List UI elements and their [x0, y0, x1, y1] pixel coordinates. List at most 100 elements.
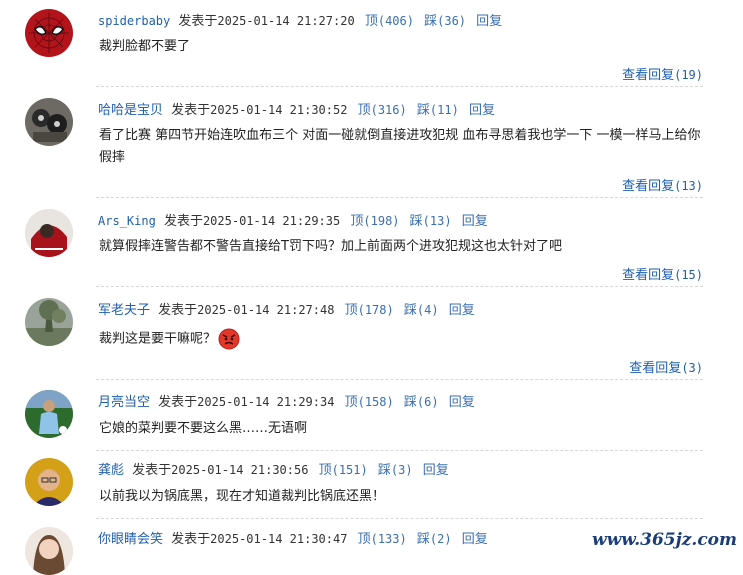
comment-text: 裁判脸都不要了: [99, 39, 191, 54]
view-replies-link[interactable]: 查看回复(3): [629, 357, 703, 376]
upvote-button[interactable]: 顶(178): [345, 303, 394, 318]
upvote-label: 顶: [318, 463, 332, 478]
divider: [96, 86, 703, 87]
avatar[interactable]: [25, 9, 73, 57]
downvote-button[interactable]: 踩(13): [410, 214, 452, 229]
downvote-count: (6): [416, 395, 439, 409]
red-photo-avatar-icon: [25, 209, 73, 257]
comment-meta: 月亮当空 发表于2025-01-14 21:29:34 顶(158) 踩(6) …: [98, 393, 475, 412]
comment-text: 以前我以为锅底黑，现在才知道裁判比锅底还黑！: [99, 489, 386, 504]
posted-label: 发表于: [158, 303, 198, 318]
downvote-button[interactable]: 踩(6): [404, 395, 439, 410]
username-link[interactable]: 哈哈是宝贝: [98, 103, 163, 118]
username-link[interactable]: Ars_King: [98, 214, 156, 228]
view-replies-link[interactable]: 查看回复(15): [622, 264, 703, 283]
downvote-button[interactable]: 踩(36): [424, 14, 466, 29]
downvote-label: 踩: [416, 532, 430, 547]
soccer-player-avatar-icon: [25, 390, 73, 438]
replies-count: (15): [674, 268, 703, 282]
timestamp: 2025-01-14 21:27:20: [217, 14, 355, 28]
comment-text-content: 裁判这是要干嘛呢？: [99, 331, 217, 347]
downvote-label: 踩: [377, 463, 391, 478]
site-watermark: www.365jz.com: [592, 530, 737, 550]
downvote-count: (3): [390, 463, 413, 477]
divider: [96, 518, 703, 519]
reply-button[interactable]: 回复: [423, 463, 449, 478]
avatar[interactable]: [25, 458, 73, 506]
username-link[interactable]: 龚彪: [98, 463, 124, 478]
comment-text: 它娘的菜判要不要这么黑……无语啊: [99, 421, 308, 436]
view-replies-label: 查看回复: [622, 179, 675, 194]
avatar[interactable]: [25, 527, 73, 575]
avatar[interactable]: [25, 390, 73, 438]
posted-label: 发表于: [171, 532, 211, 547]
upvote-label: 顶: [357, 532, 371, 547]
comment-meta: 你眼睛会笑 发表于2025-01-14 21:30:47 顶(133) 踩(2)…: [98, 530, 488, 549]
reply-button[interactable]: 回复: [462, 214, 488, 229]
upvote-button[interactable]: 顶(406): [365, 14, 414, 29]
landscape-avatar-icon: [25, 298, 73, 346]
upvote-label: 顶: [357, 103, 371, 118]
downvote-count: (13): [422, 214, 452, 228]
timestamp: 2025-01-14 21:27:48: [197, 303, 335, 317]
avatar[interactable]: [25, 98, 73, 146]
spiderman-avatar-icon: [25, 9, 73, 57]
timestamp: 2025-01-14 21:30:56: [171, 463, 309, 477]
downvote-button[interactable]: 踩(2): [417, 532, 452, 547]
avatar[interactable]: [25, 298, 73, 346]
downvote-button[interactable]: 踩(11): [417, 103, 459, 118]
reply-button[interactable]: 回复: [449, 395, 475, 410]
downvote-count: (36): [437, 14, 467, 28]
man-portrait-avatar-icon: [25, 458, 73, 506]
view-replies-label: 查看回复: [622, 268, 675, 283]
view-replies-link[interactable]: 查看回复(19): [622, 64, 703, 83]
angry-face-icon: [218, 328, 240, 350]
downvote-button[interactable]: 踩(3): [378, 463, 413, 478]
timestamp: 2025-01-14 21:29:35: [202, 214, 341, 228]
username-link[interactable]: spiderbaby: [98, 14, 170, 28]
divider: [96, 450, 703, 451]
comment-meta: spiderbaby 发表于2025-01-14 21:27:20 顶(406)…: [98, 12, 502, 31]
posted-label: 发表于: [158, 395, 198, 410]
view-replies-label: 查看回复: [622, 68, 675, 83]
downvote-label: 踩: [409, 214, 423, 229]
posted-label: 发表于: [132, 463, 172, 478]
replies-count: (19): [674, 68, 703, 82]
dark-photo-avatar-icon: [25, 98, 73, 146]
reply-button[interactable]: 回复: [469, 103, 495, 118]
timestamp: 2025-01-14 21:30:52: [210, 103, 348, 117]
posted-label: 发表于: [163, 214, 203, 229]
upvote-label: 顶: [364, 14, 378, 29]
upvote-count: (178): [357, 303, 394, 317]
replies-count: (3): [681, 361, 703, 375]
posted-label: 发表于: [171, 103, 211, 118]
upvote-button[interactable]: 顶(133): [358, 532, 407, 547]
upvote-label: 顶: [350, 214, 364, 229]
upvote-button[interactable]: 顶(316): [358, 103, 407, 118]
timestamp: 2025-01-14 21:30:47: [210, 532, 348, 546]
downvote-button[interactable]: 踩(4): [404, 303, 439, 318]
username-link[interactable]: 月亮当空: [98, 395, 150, 410]
woman-portrait-avatar-icon: [25, 527, 73, 575]
reply-button[interactable]: 回复: [476, 14, 502, 29]
avatar[interactable]: [25, 209, 73, 257]
upvote-button[interactable]: 顶(198): [350, 214, 399, 229]
username-link[interactable]: 军老夫子: [98, 303, 150, 318]
reply-button[interactable]: 回复: [449, 303, 475, 318]
comment-text: 看了比赛 第四节开始连吹血布三个 对面一碰就倒直接进攻犯规 血布寻思着我也学一下…: [99, 128, 701, 165]
reply-button[interactable]: 回复: [462, 532, 488, 547]
replies-count: (13): [674, 179, 703, 193]
upvote-button[interactable]: 顶(151): [319, 463, 368, 478]
divider: [96, 197, 703, 198]
timestamp: 2025-01-14 21:29:34: [197, 395, 335, 409]
posted-label: 发表于: [178, 14, 218, 29]
upvote-label: 顶: [344, 303, 358, 318]
upvote-button[interactable]: 顶(158): [345, 395, 394, 410]
comment-text: 裁判这是要干嘛呢？: [99, 328, 704, 351]
view-replies-link[interactable]: 查看回复(13): [622, 175, 703, 194]
comment-meta: 龚彪 发表于2025-01-14 21:30:56 顶(151) 踩(3) 回复: [98, 461, 449, 480]
downvote-count: (4): [416, 303, 439, 317]
username-link[interactable]: 你眼睛会笑: [98, 532, 163, 547]
upvote-count: (151): [331, 463, 368, 477]
comment-meta: 哈哈是宝贝 发表于2025-01-14 21:30:52 顶(316) 踩(11…: [98, 101, 495, 120]
